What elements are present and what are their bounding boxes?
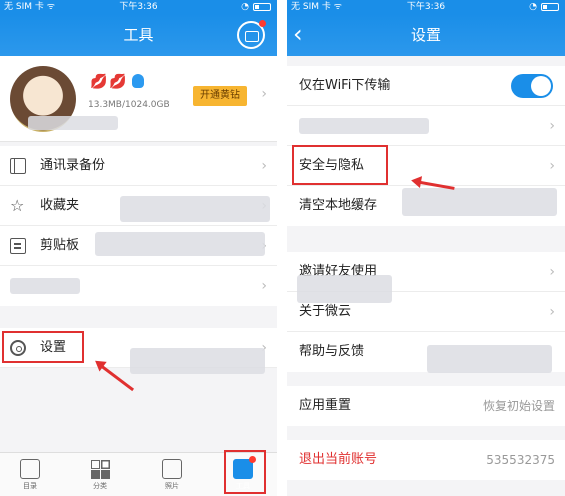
list-item-blurred[interactable]: › — [0, 266, 277, 306]
account-number: 535532375 — [486, 453, 555, 467]
setting-label: 应用重置 — [299, 398, 352, 413]
tab-label: 工具 — [236, 482, 250, 490]
setting-label: 安全与隐私 — [299, 158, 365, 173]
lips-icon: 💋💋 — [90, 74, 129, 90]
tab-category[interactable]: 分类 — [75, 459, 125, 491]
tools-screen: 无 SIM 卡 ᯤ 下午3:36 ◔ 工具 💋💋 13.3MB/1024.0GB… — [0, 0, 277, 496]
setting-label: 清空本地缓存 — [299, 198, 378, 213]
blurred-area — [10, 278, 80, 294]
photo-icon — [162, 459, 182, 479]
chevron-right-icon: › — [261, 278, 267, 294]
open-vip-button[interactable]: 开通黄钻 — [193, 86, 247, 106]
reset-value: 恢复初始设置 — [482, 399, 555, 413]
lock-icon: ◔ — [241, 2, 249, 12]
list-item-label: 设置 — [40, 340, 67, 355]
list-item-blurred[interactable]: › — [287, 106, 565, 146]
star-icon: ☆ — [10, 196, 25, 215]
tab-bar: 目录 分类 照片 工具 — [0, 452, 277, 496]
blurred-area — [120, 196, 270, 222]
gear-icon — [10, 340, 26, 356]
blurred-area — [402, 188, 557, 216]
list-item-app-reset[interactable]: 应用重置 恢复初始设置 — [287, 386, 565, 426]
list-item-security-privacy[interactable]: 安全与隐私 › — [287, 146, 565, 186]
panel-divider — [277, 0, 287, 496]
chevron-right-icon: › — [549, 304, 555, 320]
lock-icon: ◔ — [529, 2, 537, 12]
blurred-area — [28, 116, 118, 130]
status-time: 下午3:36 — [119, 2, 158, 12]
tab-label: 目录 — [23, 482, 37, 490]
nav-bar: 工具 — [0, 14, 277, 56]
toolbox-icon — [233, 456, 256, 479]
contacts-icon — [10, 158, 26, 174]
blurred-area — [427, 345, 552, 373]
battery-icon — [541, 3, 559, 11]
page-title: 工具 — [123, 26, 154, 44]
grid-icon — [90, 459, 110, 479]
tab-photos[interactable]: 照片 — [147, 459, 197, 491]
settings-list-reset: 应用重置 恢复初始设置 — [287, 386, 565, 426]
tools-list: 通讯录备份 › ☆ 收藏夹 › 剪贴板 › › — [0, 146, 277, 306]
settings-screen: 无 SIM 卡 ᯤ 下午3:36 ◔ ‹ 设置 仅在WiFi下传输 › 安全与隐… — [287, 0, 565, 496]
blurred-area — [299, 118, 429, 134]
tab-directory[interactable]: 目录 — [5, 459, 55, 491]
status-time: 下午3:36 — [406, 2, 446, 12]
chevron-right-icon: › — [549, 118, 555, 134]
chevron-right-icon: › — [549, 158, 555, 174]
qq-penguin-icon — [132, 74, 144, 88]
tab-tools[interactable]: 工具 — [218, 456, 268, 491]
wifi-only-toggle[interactable] — [511, 74, 553, 98]
clipboard-icon — [10, 238, 26, 254]
chevron-right-icon: › — [261, 158, 267, 174]
nav-bar: ‹ 设置 — [287, 14, 565, 56]
blurred-area — [130, 348, 265, 374]
setting-label: 仅在WiFi下传输 — [299, 78, 391, 93]
list-item-label: 剪贴板 — [40, 238, 80, 253]
toolbox-icon[interactable] — [237, 20, 266, 49]
chevron-right-icon: › — [261, 86, 267, 102]
blurred-area — [95, 232, 265, 256]
page-title: 设置 — [410, 26, 441, 44]
blurred-area — [297, 275, 392, 303]
setting-label: 帮助与反馈 — [299, 344, 365, 359]
list-item-label: 通讯录备份 — [40, 158, 106, 173]
logout-label: 退出当前账号 — [299, 452, 378, 467]
logout-button[interactable]: 退出当前账号 535532375 — [287, 440, 565, 480]
list-item-label: 收藏夹 — [40, 198, 80, 213]
list-item-contacts-backup[interactable]: 通讯录备份 › — [0, 146, 277, 186]
storage-usage: 13.3MB/1024.0GB — [88, 100, 170, 110]
back-chevron-icon[interactable]: ‹ — [293, 14, 303, 54]
tab-label: 照片 — [165, 482, 179, 490]
tab-label: 分类 — [93, 482, 107, 490]
status-bar: 无 SIM 卡 ᯤ 下午3:36 ◔ — [287, 0, 565, 14]
chevron-right-icon: › — [549, 264, 555, 280]
status-bar: 无 SIM 卡 ᯤ 下午3:36 ◔ — [0, 0, 277, 14]
battery-icon — [253, 3, 271, 11]
settings-list-logout: 退出当前账号 535532375 — [287, 440, 565, 480]
wifi-only-setting[interactable]: 仅在WiFi下传输 — [287, 66, 565, 106]
directory-icon — [20, 459, 40, 479]
